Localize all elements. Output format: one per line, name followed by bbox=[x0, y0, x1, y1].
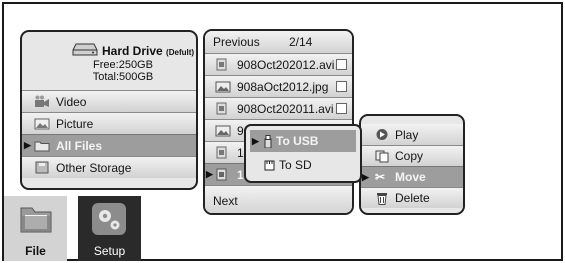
file-row[interactable]: 908Oct202011.avi bbox=[205, 97, 352, 119]
file-list-panel: Previous 2/14 908Oct202012.avi 908aOct20… bbox=[203, 29, 354, 215]
drive-name: Hard Drive (Defult) bbox=[102, 44, 194, 58]
selection-arrow-icon: ▶ bbox=[206, 169, 213, 179]
tab-file[interactable]: File bbox=[4, 196, 67, 261]
action-label: Move bbox=[395, 170, 426, 184]
gears-icon bbox=[92, 203, 126, 235]
drive-total-space: Total:500GB bbox=[92, 71, 154, 83]
image-file-icon bbox=[215, 125, 231, 137]
sd-card-icon bbox=[264, 160, 275, 170]
folder-icon bbox=[34, 141, 50, 152]
usb-icon bbox=[264, 134, 272, 148]
drive-name-text: Hard Drive bbox=[102, 44, 163, 58]
video-file-icon bbox=[216, 168, 227, 181]
next-label: Next bbox=[213, 193, 238, 208]
copy-to-label: To SD bbox=[279, 158, 312, 172]
page-indicator: 2/14 bbox=[289, 35, 313, 49]
video-file-icon bbox=[216, 102, 227, 115]
drive-default-tag: (Defult) bbox=[166, 48, 195, 57]
storage-item-all-files[interactable]: ▶ All Files bbox=[22, 134, 196, 156]
play-icon bbox=[376, 129, 388, 140]
storage-icon bbox=[35, 161, 49, 174]
video-icon bbox=[35, 95, 49, 107]
storage-item-label: Other Storage bbox=[56, 160, 132, 175]
storage-item-label: Picture bbox=[56, 116, 94, 131]
action-label: Copy bbox=[395, 149, 424, 163]
previous-label: Previous bbox=[213, 35, 260, 49]
file-checkbox[interactable] bbox=[336, 103, 347, 114]
picture-icon bbox=[34, 118, 50, 130]
next-page-button[interactable]: Next bbox=[205, 185, 352, 213]
action-label: Play bbox=[395, 127, 419, 142]
storage-item-label: Video bbox=[56, 94, 87, 109]
actions-menu: Play Copy ▶ ✂ Move Delete bbox=[359, 114, 465, 215]
storage-item-video[interactable]: Video bbox=[22, 90, 196, 112]
action-copy[interactable]: Copy bbox=[361, 145, 463, 166]
selection-arrow-icon: ▶ bbox=[362, 171, 369, 182]
video-file-icon bbox=[216, 146, 227, 159]
file-name: 908aOct2012.jpg bbox=[237, 79, 329, 94]
trash-icon bbox=[377, 192, 387, 205]
scissors-icon: ✂ bbox=[375, 169, 386, 184]
folder-icon bbox=[20, 207, 52, 233]
copy-to-usb-option[interactable]: ▶ To USB bbox=[250, 130, 356, 152]
video-file-icon bbox=[216, 58, 227, 71]
selection-arrow-icon: ▶ bbox=[252, 135, 259, 146]
copy-icon bbox=[375, 150, 389, 162]
storage-item-other-storage[interactable]: Other Storage bbox=[22, 156, 196, 178]
previous-page-button[interactable]: Previous 2/14 bbox=[205, 31, 352, 53]
action-label: Delete bbox=[395, 191, 430, 205]
file-row[interactable]: 908Oct202012.avi bbox=[205, 53, 352, 75]
tab-label: File bbox=[25, 244, 46, 258]
copy-to-sd-option[interactable]: To SD bbox=[250, 154, 356, 176]
drive-free-space: Free:250GB bbox=[93, 59, 153, 71]
hard-drive-icon bbox=[72, 43, 98, 56]
selection-arrow-icon: ▶ bbox=[24, 140, 31, 150]
file-checkbox[interactable] bbox=[336, 81, 347, 92]
file-row[interactable]: 908aOct2012.jpg bbox=[205, 75, 352, 97]
file-name: 908Oct202012.avi bbox=[237, 57, 335, 72]
copy-to-menu: ▶ To USB To SD bbox=[244, 124, 362, 183]
storage-panel: Hard Drive (Defult) Free:250GB Total:500… bbox=[20, 30, 198, 190]
action-play[interactable]: Play bbox=[361, 124, 463, 145]
action-delete[interactable]: Delete bbox=[361, 187, 463, 208]
image-file-icon bbox=[215, 81, 231, 93]
file-checkbox[interactable] bbox=[336, 59, 347, 70]
action-move[interactable]: ▶ ✂ Move bbox=[361, 166, 463, 187]
file-name: 908Oct202011.avi bbox=[237, 101, 334, 116]
tab-label: Setup bbox=[93, 244, 126, 258]
drive-info: Hard Drive (Defult) Free:250GB Total:500… bbox=[22, 32, 196, 90]
storage-item-picture[interactable]: Picture bbox=[22, 112, 196, 134]
tab-setup[interactable]: Setup bbox=[78, 196, 141, 261]
storage-item-label: All Files bbox=[56, 138, 103, 153]
copy-to-label: To USB bbox=[276, 134, 319, 148]
